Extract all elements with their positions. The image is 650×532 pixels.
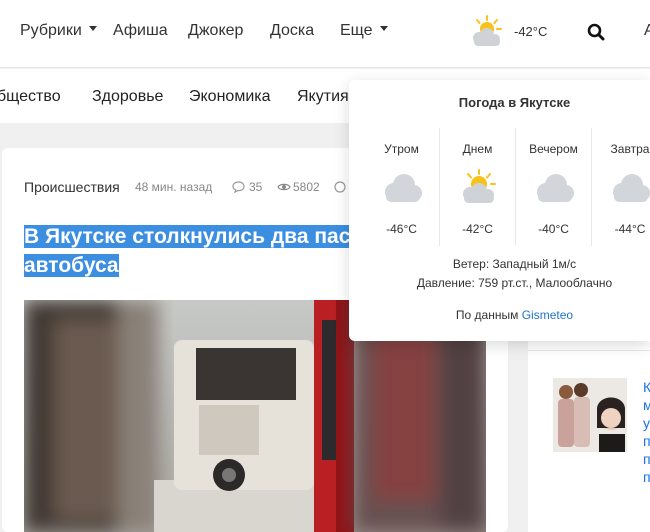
- weather-temp[interactable]: -42°C: [514, 24, 547, 39]
- top-bar: Рубрики Афиша Джокер Доска Еще -42°C А: [0, 0, 650, 68]
- nav-edge-item[interactable]: А: [644, 22, 650, 40]
- weather-col-tomorrow: Завтра -44°C: [592, 128, 650, 246]
- comment-count[interactable]: 35: [249, 180, 262, 194]
- nav-board[interactable]: Доска: [270, 22, 314, 40]
- sidebar-thumbnail[interactable]: [553, 378, 627, 452]
- weather-col-morning: Утром -46°C: [364, 128, 440, 246]
- sidebar-link-line: п: [643, 469, 650, 485]
- weather-col-label: Вечером: [529, 142, 578, 156]
- cloud-icon: [536, 174, 574, 202]
- sun-cloud-icon: [462, 169, 496, 203]
- weather-col-temp: -46°C: [386, 222, 417, 236]
- nav-rubrics[interactable]: Рубрики: [20, 22, 97, 40]
- weather-col-evening: Вечером -40°C: [516, 128, 592, 246]
- chevron-down-icon: [88, 26, 97, 32]
- eye-icon: [277, 183, 291, 191]
- category-yakutia[interactable]: Якутия: [297, 88, 349, 106]
- title-line-2: автобуса: [24, 254, 119, 277]
- popup-title: Погода в Якутске: [458, 95, 571, 110]
- cloud-icon: [384, 174, 422, 202]
- people-photo: [553, 378, 627, 452]
- title-line-1: В Якутске столкнулись два пас: [24, 225, 351, 248]
- category-health[interactable]: Здоровье: [92, 88, 163, 106]
- source-prefix: По данным: [455, 308, 522, 322]
- nav-more-label: Еще: [340, 22, 373, 39]
- nav-rubrics-label: Рубрики: [20, 22, 82, 39]
- search-icon[interactable]: [587, 23, 605, 41]
- weather-col-temp: -42°C: [462, 222, 493, 236]
- category-economy[interactable]: Экономика: [189, 88, 271, 106]
- weather-col-label: Завтра: [610, 142, 650, 156]
- share-icon[interactable]: [334, 181, 346, 193]
- pressure-info: Давление: 759 рт.ст., Малооблачно: [416, 276, 613, 290]
- nav-more[interactable]: Еще: [340, 22, 388, 40]
- weather-source: По данным Gismeteo: [349, 308, 650, 322]
- nav-afisha[interactable]: Афиша: [113, 22, 168, 40]
- sidebar-divider: [528, 350, 650, 351]
- nav-joker[interactable]: Джокер: [188, 22, 243, 40]
- sun-cloud-icon[interactable]: [468, 14, 504, 50]
- weather-col-label: Утром: [384, 142, 419, 156]
- weather-col-day: Днем -42°C: [440, 128, 516, 246]
- sidebar-link-text[interactable]: К м у п п п: [643, 378, 650, 486]
- view-count: 5802: [293, 180, 320, 194]
- weather-popup: Погода в Якутске Утром -46°C Днем -42°C …: [349, 80, 650, 341]
- sidebar-link-line: К: [643, 379, 650, 395]
- comment-icon: [232, 181, 245, 193]
- weather-col-label: Днем: [462, 142, 493, 156]
- sidebar-link-line: п: [643, 433, 650, 449]
- sidebar-link-line: м: [643, 397, 650, 413]
- chevron-down-icon: [379, 26, 388, 32]
- wind-info: Ветер: Западный 1м/с: [452, 257, 577, 271]
- article-rubric[interactable]: Происшествия: [24, 179, 120, 195]
- weather-col-temp: -44°C: [614, 222, 646, 236]
- gismeteo-link[interactable]: Gismeteo: [522, 308, 573, 322]
- sidebar-link-line: п: [643, 451, 650, 467]
- weather-col-temp: -40°C: [538, 222, 569, 236]
- article-time: 48 мин. назад: [135, 180, 213, 194]
- cloud-icon: [613, 174, 650, 202]
- sidebar-link-line: у: [643, 415, 650, 431]
- category-society[interactable]: бщество: [0, 88, 61, 106]
